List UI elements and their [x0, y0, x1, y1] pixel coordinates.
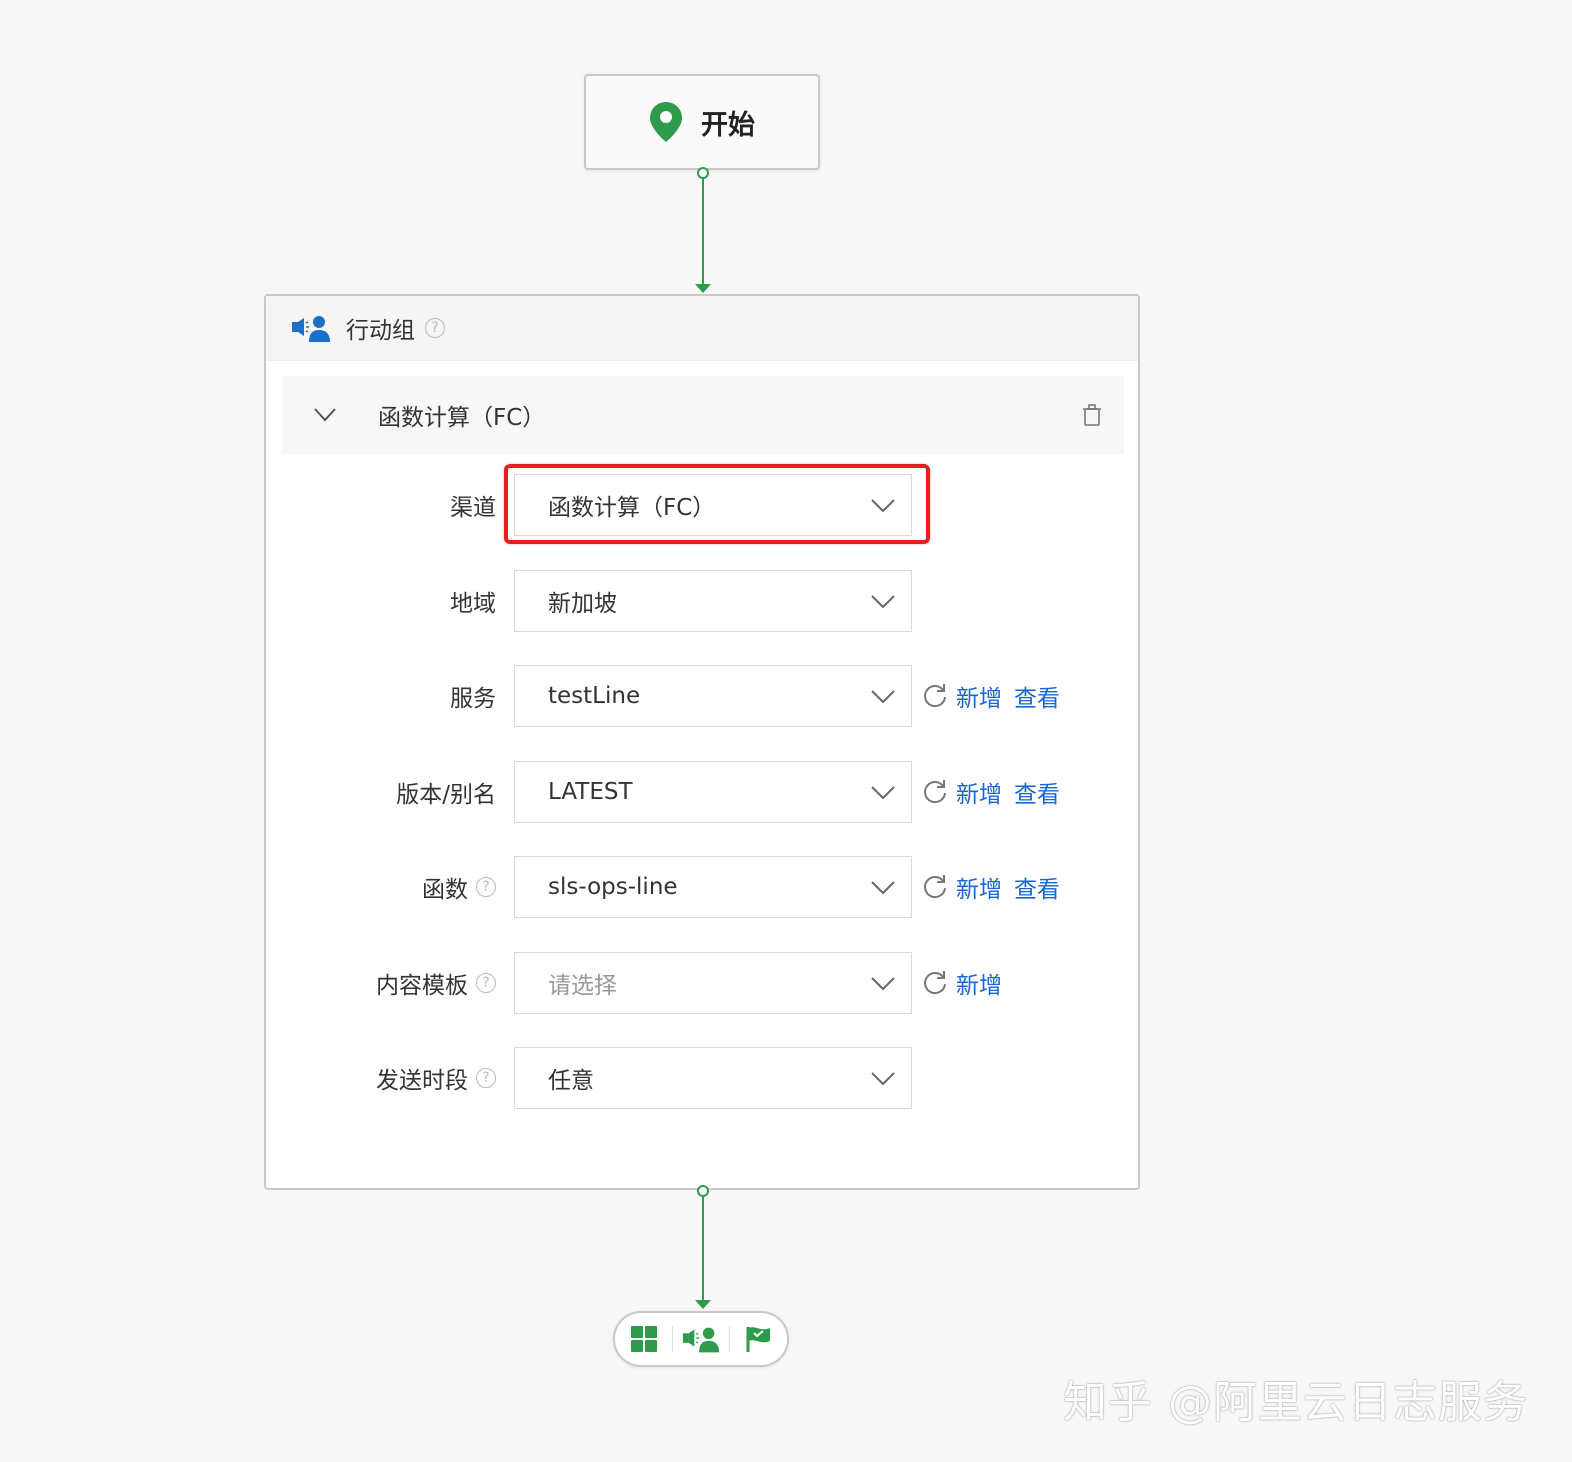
version-label: 版本/别名 [396, 782, 496, 808]
form-row-function: 函数 ? sls-ops-line 新增 查看 [266, 856, 1138, 918]
channel-select[interactable]: 函数计算（FC） [514, 474, 912, 536]
form-row-region: 地域 新加坡 [266, 570, 1138, 632]
help-icon[interactable]: ? [476, 973, 496, 993]
trash-icon[interactable] [1082, 404, 1102, 426]
send-period-select-value: 任意 [548, 1068, 594, 1094]
region-select[interactable]: 新加坡 [514, 570, 912, 632]
start-node-label: 开始 [701, 109, 755, 141]
template-select[interactable]: 请选择 [514, 952, 912, 1014]
form-row-channel: 渠道 函数计算（FC） [266, 464, 1138, 544]
action-group-card: 行动组 ? 函数计算（FC） 渠道 函数计算（FC） 地域 新加坡 服务 tes… [264, 294, 1140, 1190]
help-icon[interactable]: ? [476, 1068, 496, 1088]
service-select[interactable]: testLine [514, 665, 912, 727]
service-label: 服务 [450, 686, 496, 712]
function-actions: 新增 查看 [922, 856, 1072, 918]
form-row-version: 版本/别名 LATEST 新增 查看 [266, 761, 1138, 823]
grid-icon[interactable] [624, 1322, 664, 1356]
form-row-service: 服务 testLine 新增 查看 [266, 665, 1138, 727]
toolbar-divider [729, 1326, 730, 1352]
section-title: 函数计算（FC） [378, 405, 546, 431]
view-version-link[interactable]: 查看 [1014, 775, 1060, 809]
function-select-value: sls-ops-line [548, 874, 678, 900]
chevron-down-icon[interactable] [314, 408, 336, 422]
region-select-value: 新加坡 [548, 591, 617, 617]
action-group-title: 行动组 [346, 318, 415, 344]
chevron-down-icon [871, 1072, 895, 1086]
template-actions: 新增 [922, 952, 1014, 1014]
version-select-value: LATEST [548, 779, 633, 805]
top-connector [695, 167, 711, 293]
chevron-down-icon [871, 786, 895, 800]
template-label: 内容模板 ? [376, 952, 496, 1014]
send-period-select[interactable]: 任意 [514, 1047, 912, 1109]
location-pin-icon [649, 101, 683, 143]
function-label-text: 函数 [422, 877, 468, 903]
help-icon[interactable]: ? [476, 877, 496, 897]
chevron-down-icon [871, 881, 895, 895]
form-row-send-period: 发送时段 ? 任意 [266, 1047, 1138, 1109]
refresh-icon[interactable] [922, 874, 948, 900]
channel-section-bar[interactable]: 函数计算（FC） [282, 376, 1124, 454]
refresh-icon[interactable] [922, 779, 948, 805]
chevron-down-icon [871, 690, 895, 704]
chevron-down-icon [871, 499, 895, 513]
action-group-icon[interactable] [681, 1322, 721, 1356]
service-actions: 新增 查看 [922, 665, 1072, 727]
watermark: 知乎 @阿里云日志服务 [1063, 1377, 1528, 1428]
refresh-icon[interactable] [922, 970, 948, 996]
bottom-connector [695, 1185, 711, 1309]
view-function-link[interactable]: 查看 [1014, 870, 1060, 904]
template-label-text: 内容模板 [376, 973, 468, 999]
add-template-link[interactable]: 新增 [956, 966, 1002, 1000]
function-label: 函数 ? [422, 856, 496, 918]
channel-select-value: 函数计算（FC） [548, 495, 716, 521]
version-actions: 新增 查看 [922, 761, 1072, 823]
action-group-header: 行动组 ? [266, 296, 1138, 361]
end-flag-icon[interactable] [738, 1322, 778, 1356]
send-period-label: 发送时段 ? [376, 1047, 496, 1109]
function-select[interactable]: sls-ops-line [514, 856, 912, 918]
view-service-link[interactable]: 查看 [1014, 679, 1060, 713]
send-period-label-text: 发送时段 [376, 1068, 468, 1094]
chevron-down-icon [871, 595, 895, 609]
form-row-template: 内容模板 ? 请选择 新增 [266, 952, 1138, 1014]
service-select-value: testLine [548, 683, 641, 709]
start-node[interactable]: 开始 [584, 74, 820, 170]
region-label: 地域 [450, 591, 496, 617]
toolbar-divider [672, 1326, 673, 1352]
channel-label: 渠道 [450, 495, 496, 521]
add-service-link[interactable]: 新增 [956, 679, 1002, 713]
template-select-placeholder: 请选择 [548, 973, 617, 999]
version-select[interactable]: LATEST [514, 761, 912, 823]
add-version-link[interactable]: 新增 [956, 775, 1002, 809]
refresh-icon[interactable] [922, 683, 948, 709]
add-node-toolbar [613, 1311, 789, 1367]
help-icon[interactable]: ? [425, 318, 445, 338]
chevron-down-icon [871, 977, 895, 991]
action-group-icon [290, 313, 332, 343]
add-function-link[interactable]: 新增 [956, 870, 1002, 904]
